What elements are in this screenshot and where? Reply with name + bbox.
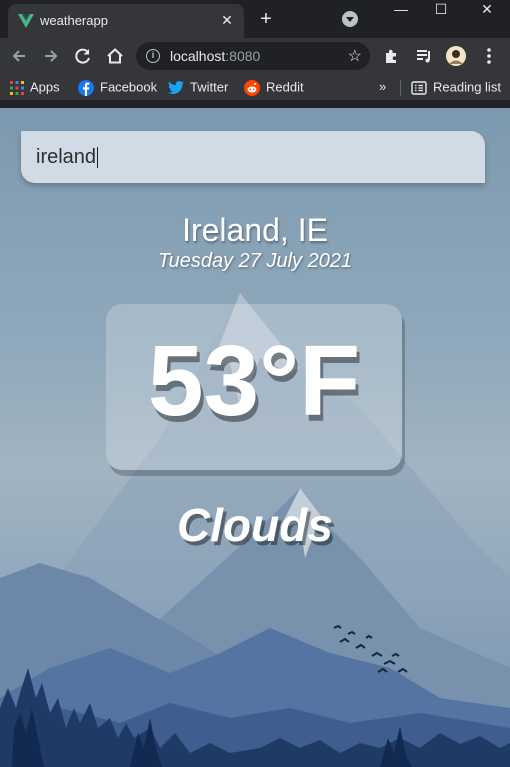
forward-arrow-icon[interactable] (40, 45, 62, 67)
temperature-card: 53°F (106, 304, 402, 470)
weather-condition: Clouds (177, 499, 333, 551)
home-icon[interactable] (104, 45, 126, 67)
tab-search-icon[interactable] (342, 11, 358, 27)
extensions-puzzle-icon[interactable] (381, 45, 403, 67)
maximize-button[interactable]: ☐ (418, 0, 464, 32)
bookmark-label: Twitter (190, 79, 229, 95)
new-tab-button[interactable]: + (256, 8, 276, 30)
bookmark-label: Reddit (266, 79, 304, 95)
tab-strip: weatherapp ✕ + — ☐ ✕ (0, 0, 510, 38)
bookmarks-bar: Apps Facebook Twitter Reddit » Reading l… (0, 74, 510, 100)
media-queue-icon[interactable] (413, 45, 435, 67)
url-port: :8080 (225, 48, 261, 64)
tab-title: weatherapp (40, 13, 108, 28)
browser-menu-icon[interactable] (478, 45, 500, 67)
temperature-value: 53°F (147, 325, 361, 437)
twitter-icon (168, 80, 184, 94)
weather-app: ireland Ireland, IE Tuesday 27 July 2021… (0, 108, 510, 767)
bookmark-twitter[interactable]: Twitter (168, 79, 228, 97)
bookmark-reddit[interactable]: Reddit (244, 79, 304, 97)
close-window-button[interactable]: ✕ (464, 0, 510, 32)
bookmark-apps[interactable]: Apps (10, 79, 60, 97)
location-name: Ireland, IE (182, 212, 328, 248)
toolbar-shadow (0, 100, 510, 108)
profile-avatar[interactable] (445, 45, 467, 67)
address-bar[interactable]: i localhost:8080 ☆ (136, 42, 370, 70)
close-tab-icon[interactable]: ✕ (218, 11, 236, 29)
reading-list-label: Reading list (433, 79, 501, 95)
search-input-value: ireland (36, 146, 99, 168)
reload-icon[interactable] (72, 45, 94, 67)
url-host: localhost (170, 48, 226, 64)
browser-tab[interactable]: weatherapp ✕ (8, 4, 244, 38)
bookmark-facebook[interactable]: Facebook (78, 79, 157, 97)
bookmarks-overflow-button[interactable]: » (379, 79, 386, 97)
location-search-input[interactable]: ireland (21, 131, 485, 183)
bookmark-label: Apps (30, 79, 60, 95)
browser-toolbar: i localhost:8080 ☆ (0, 38, 510, 74)
info-icon[interactable]: i (146, 49, 160, 63)
reading-list-button[interactable]: Reading list (411, 79, 501, 97)
bookmark-star-icon[interactable]: ☆ (348, 46, 362, 66)
reddit-icon (244, 79, 260, 96)
current-date: Tuesday 27 July 2021 (157, 250, 353, 272)
bookmark-label: Facebook (100, 79, 158, 95)
facebook-icon (78, 79, 94, 96)
vue-logo-icon (18, 14, 34, 28)
apps-grid-icon (10, 80, 24, 95)
text-caret (97, 147, 99, 168)
reading-list-icon (411, 80, 427, 95)
back-arrow-icon[interactable] (8, 45, 30, 67)
bookmarks-divider (400, 80, 401, 96)
